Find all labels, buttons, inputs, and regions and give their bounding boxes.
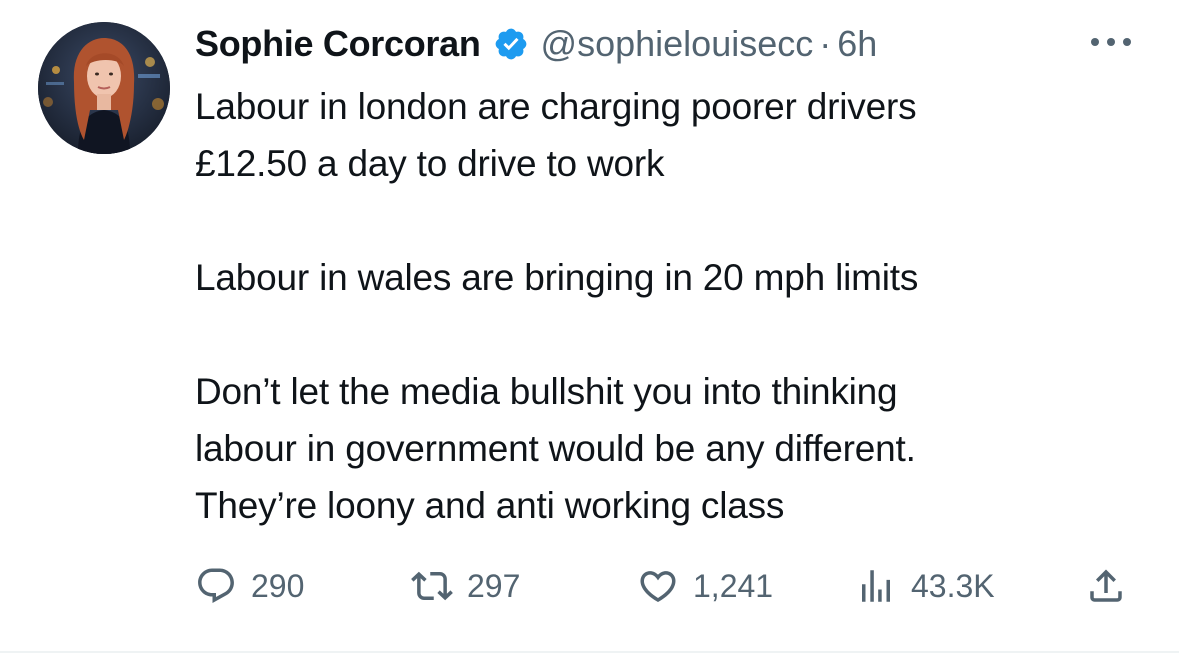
more-icon[interactable]: [1086, 30, 1136, 54]
reply-count: 290: [251, 567, 305, 604]
views-icon: [862, 570, 890, 602]
tweet-line-blank: [195, 192, 1155, 249]
reply-button[interactable]: 290: [195, 558, 304, 614]
avatar-image: [38, 22, 170, 154]
tweet-line: Don’t let the media bullshit you into th…: [195, 371, 898, 412]
handle[interactable]: @sophielouisecc: [541, 23, 814, 65]
separator-dot: ·: [819, 23, 832, 64]
reply-icon: [198, 568, 234, 603]
action-bar: 290 297 1,241 43.3K: [195, 558, 1145, 614]
timestamp[interactable]: 6h: [837, 23, 877, 65]
display-name[interactable]: Sophie Corcoran: [195, 23, 481, 65]
share-icon: [1090, 569, 1122, 602]
tweet-line: labour in government would be any differ…: [195, 428, 916, 469]
verified-badge-icon[interactable]: [493, 26, 529, 62]
share-button[interactable]: [1085, 558, 1141, 614]
views-button[interactable]: 43.3K: [855, 558, 995, 614]
views-count: 43.3K: [911, 567, 995, 604]
tweet-line: They’re loony and anti working class: [195, 485, 785, 526]
like-count: 1,241: [693, 567, 774, 604]
tweet-line: £12.50 a day to drive to work: [195, 143, 665, 184]
tweet-line-blank: [195, 306, 1155, 363]
tweet[interactable]: Sophie Corcoran @sophielouisecc · 6h Lab…: [0, 0, 1179, 657]
heart-icon: [640, 571, 676, 603]
tweet-line: Labour in wales are bringing in 20 mph l…: [195, 257, 919, 298]
divider: [0, 651, 1179, 653]
tweet-text: Labour in london are charging poorer dri…: [195, 78, 1155, 534]
retweet-count: 297: [467, 567, 521, 604]
tweet-header: Sophie Corcoran @sophielouisecc · 6h: [195, 18, 877, 70]
avatar[interactable]: [38, 22, 170, 154]
retweet-icon: [411, 571, 453, 601]
like-button[interactable]: 1,241: [637, 558, 773, 614]
retweet-button[interactable]: 297: [411, 558, 520, 614]
tweet-line: Labour in london are charging poorer dri…: [195, 86, 917, 127]
